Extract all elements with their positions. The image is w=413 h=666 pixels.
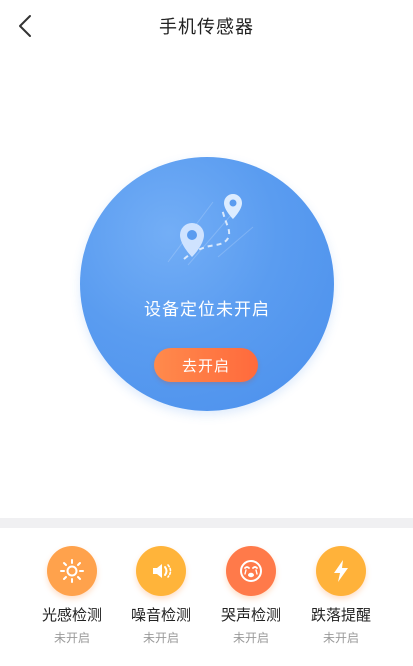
- sensor-label: 跌落提醒: [310, 606, 371, 624]
- sensor-state: 未开启: [53, 631, 90, 645]
- page-title: 手机传感器: [159, 17, 254, 38]
- sensor-state: 未开启: [142, 631, 179, 645]
- chevron-left-icon: [19, 15, 31, 37]
- lightning-icon: [316, 546, 366, 596]
- sensor-label: 光感检测: [41, 606, 102, 624]
- speaker-icon: [136, 546, 186, 596]
- sensor-list: 光感检测 未开启 噪音检测 未开启 哭声检测 未开启 跌落提醒 未开启: [0, 528, 413, 666]
- enable-location-button[interactable]: 去开启: [154, 348, 258, 382]
- location-status-text: 设备定位未开启: [144, 300, 270, 320]
- crying-face-icon: [226, 546, 276, 596]
- sensor-crying-detection[interactable]: 哭声检测 未开启: [206, 546, 296, 656]
- location-status-panel: 设备定位未开启 去开启: [80, 157, 334, 411]
- sensor-noise-detection[interactable]: 噪音检测 未开启: [116, 546, 206, 656]
- sensor-state: 未开启: [232, 631, 269, 645]
- back-button[interactable]: [14, 13, 36, 39]
- section-divider: [0, 518, 413, 528]
- sensor-fall-alert[interactable]: 跌落提醒 未开启: [296, 546, 386, 656]
- sun-icon: [47, 546, 97, 596]
- sensor-label: 哭声检测: [220, 606, 281, 624]
- top-bar: 手机传感器: [0, 0, 413, 52]
- map-route-icon: [167, 193, 254, 266]
- sensor-state: 未开启: [322, 631, 359, 645]
- sensor-light-detection[interactable]: 光感检测 未开启: [27, 546, 117, 656]
- sensor-label: 噪音检测: [130, 606, 191, 624]
